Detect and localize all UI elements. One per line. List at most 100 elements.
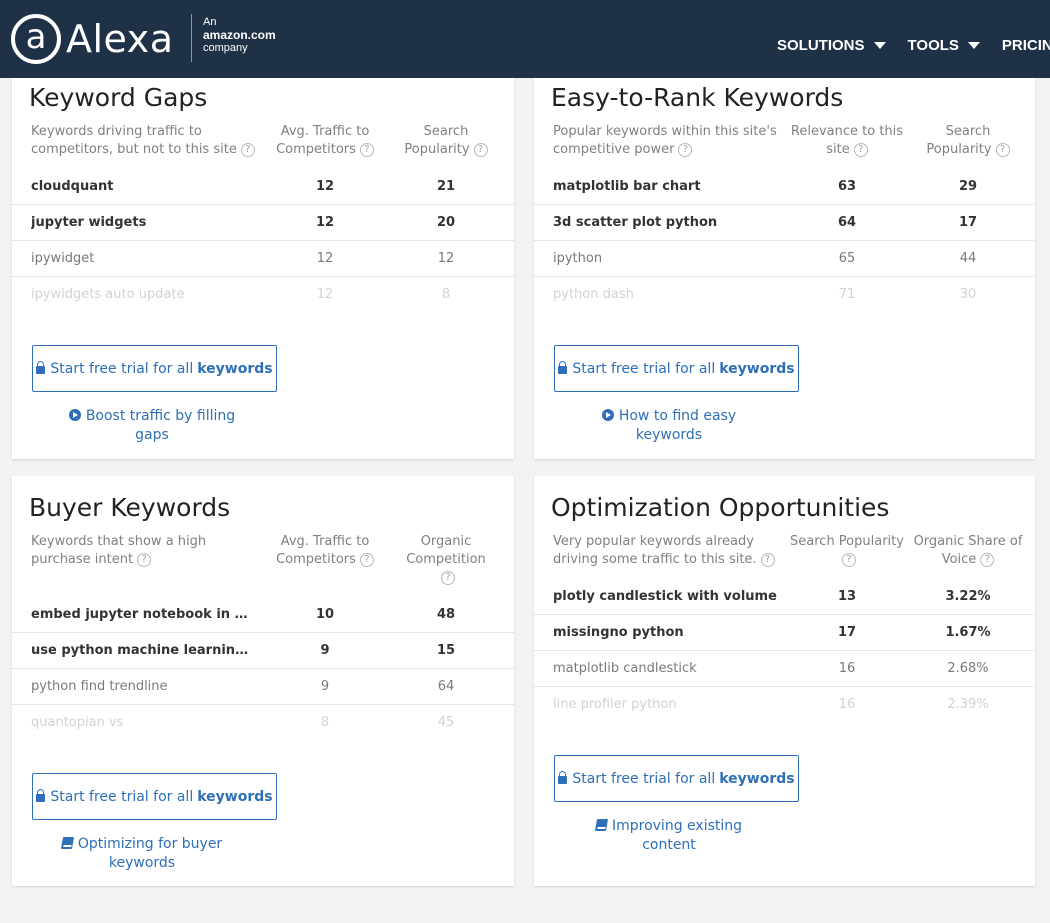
easy-keywords-link[interactable]: How to find easy keywords: [569, 407, 769, 445]
metric-2-cell: 30: [959, 287, 977, 302]
nav-solutions[interactable]: SOLUTIONS: [777, 37, 886, 54]
play-circle-icon: [601, 409, 614, 421]
help-icon[interactable]: ?: [853, 143, 868, 157]
help-icon[interactable]: ?: [995, 143, 1010, 157]
metric-2-cell: 21: [436, 179, 456, 194]
keyword-cell[interactable]: python find trendline: [31, 679, 256, 694]
lock-icon: [36, 788, 46, 802]
keyword-cell[interactable]: use python machine learning to fi...: [31, 643, 256, 658]
help-icon[interactable]: ?: [441, 571, 455, 585]
keyword-cell[interactable]: ipython: [553, 251, 778, 266]
keyword-gaps-card: Keyword Gaps Keywords driving traffic to…: [12, 78, 514, 459]
table-row: ipywidget 12 12: [12, 241, 514, 277]
table-row: plotly candlestick with volume 13 3.22%: [534, 579, 1035, 615]
column-header-keywords: Popular keywords within this site's comp…: [553, 124, 777, 157]
table-row: line profiler python 16 2.39%: [534, 687, 1035, 723]
table-row: missingno python 17 1.67%: [534, 615, 1035, 651]
keyword-table: plotly candlestick with volume 13 3.22% mi…: [534, 579, 1035, 723]
table-row: embed jupyter notebook in websi... 10 48: [12, 597, 514, 633]
keyword-cell[interactable]: 3d scatter plot python: [553, 215, 778, 230]
metric-1-cell: 12: [316, 287, 334, 302]
amazon-line-2: amazon.com: [203, 28, 276, 42]
keyword-cell[interactable]: embed jupyter notebook in websi...: [31, 607, 256, 622]
play-circle-icon: [68, 409, 81, 421]
nav-pricing[interactable]: PRICIN: [1002, 37, 1050, 54]
amazon-line-3: company: [203, 42, 248, 54]
card-title: Easy-to-Rank Keywords: [551, 83, 844, 112]
metric-2-cell: 48: [436, 607, 456, 622]
improving-content-link[interactable]: Improving existing content: [569, 817, 769, 855]
keyword-cell: line profiler python: [553, 697, 677, 712]
metric-1-cell: 17: [837, 625, 857, 640]
help-icon[interactable]: ?: [240, 143, 255, 157]
metric-1-cell: 8: [320, 715, 330, 730]
table-row: cloudquant 12 21: [12, 169, 514, 205]
column-header-keywords: Keywords driving traffic to competitors,…: [31, 123, 261, 159]
boost-traffic-link[interactable]: Boost traffic by filling gaps: [52, 407, 252, 445]
metric-2-cell: 12: [437, 251, 455, 266]
lock-icon: [558, 770, 568, 784]
table-row: quantopian vs 8 45: [12, 705, 514, 741]
column-header-keywords: Keywords that show a high purchase inten…: [31, 534, 207, 567]
column-header-metric-1: Search Popularity?: [790, 534, 904, 567]
keyword-cell: quantopian vs: [31, 715, 124, 730]
table-row: matplotlib bar chart 63 29: [534, 169, 1035, 205]
metric-2-cell: 3.22%: [945, 589, 991, 604]
card-title: Keyword Gaps: [29, 83, 208, 112]
keyword-cell[interactable]: jupyter widgets: [31, 215, 256, 230]
metric-1-cell: 13: [837, 589, 857, 604]
column-header-metric-2: Search Popularity?: [390, 123, 502, 159]
table-row: use python machine learning to fi... 9 15: [12, 633, 514, 669]
metric-1-cell: 12: [315, 215, 335, 230]
keyword-cell[interactable]: matplotlib bar chart: [553, 179, 778, 194]
metric-1-cell: 16: [838, 697, 856, 712]
metric-1-cell: 9: [320, 643, 330, 658]
column-header-metric-2: Organic Competition?: [406, 534, 486, 585]
help-icon[interactable]: ?: [359, 553, 374, 567]
metric-2-cell: 44: [959, 251, 977, 266]
lock-icon: [36, 360, 46, 374]
table-row: jupyter widgets 12 20: [12, 205, 514, 241]
start-free-trial-button[interactable]: Start free trial for all keywords: [554, 755, 799, 802]
keyword-cell[interactable]: ipywidget: [31, 251, 256, 266]
keyword-cell: ipywidgets auto update: [31, 287, 185, 302]
keyword-cell[interactable]: plotly candlestick with volume: [553, 589, 778, 604]
help-icon[interactable]: ?: [359, 143, 374, 157]
metric-1-cell: 65: [838, 251, 856, 266]
keyword-cell[interactable]: cloudquant: [31, 179, 256, 194]
keyword-cell[interactable]: matplotlib candlestick: [553, 661, 778, 676]
buyer-keywords-link[interactable]: Optimizing for buyer keywords: [52, 835, 232, 873]
help-icon[interactable]: ?: [760, 553, 775, 567]
book-icon: [594, 819, 609, 831]
help-icon[interactable]: ?: [980, 553, 995, 567]
chevron-down-icon: [873, 42, 886, 49]
start-free-trial-button[interactable]: Start free trial for all keywords: [32, 773, 277, 820]
table-row: 3d scatter plot python 64 17: [534, 205, 1035, 241]
column-header-keywords: Very popular keywords already driving so…: [553, 533, 783, 569]
card-title: Optimization Opportunities: [551, 493, 890, 522]
keyword-table: matplotlib bar chart 63 29 3d scatter plot…: [534, 169, 1035, 313]
card-title: Buyer Keywords: [29, 493, 231, 522]
alexa-logo[interactable]: a Alexa An amazon.com company: [11, 14, 276, 64]
help-icon[interactable]: ?: [678, 143, 693, 157]
metric-1-cell: 9: [320, 679, 330, 694]
table-row: ipywidgets auto update 12 8: [12, 277, 514, 313]
table-row: ipython 65 44: [534, 241, 1035, 277]
metric-1-cell: 71: [838, 287, 856, 302]
start-free-trial-button[interactable]: Start free trial for all keywords: [554, 345, 799, 392]
main-nav: SOLUTIONS TOOLS PRICIN: [777, 37, 1050, 54]
metric-2-cell: 64: [437, 679, 455, 694]
start-free-trial-button[interactable]: Start free trial for all keywords: [32, 345, 277, 392]
top-navbar: a Alexa An amazon.com company SOLUTIONS …: [0, 0, 1050, 78]
help-icon[interactable]: ?: [842, 553, 856, 567]
book-icon: [60, 837, 74, 849]
metric-2-cell: 8: [441, 287, 451, 302]
nav-tools[interactable]: TOOLS: [908, 37, 980, 54]
table-row: python find trendline 9 64: [12, 669, 514, 705]
metric-1-cell: 12: [315, 179, 335, 194]
keyword-cell[interactable]: missingno python: [553, 625, 778, 640]
column-header-metric-1: Avg. Traffic to Competitors?: [262, 123, 388, 159]
logo-divider: [191, 14, 192, 62]
help-icon[interactable]: ?: [137, 553, 152, 567]
help-icon[interactable]: ?: [473, 143, 488, 157]
